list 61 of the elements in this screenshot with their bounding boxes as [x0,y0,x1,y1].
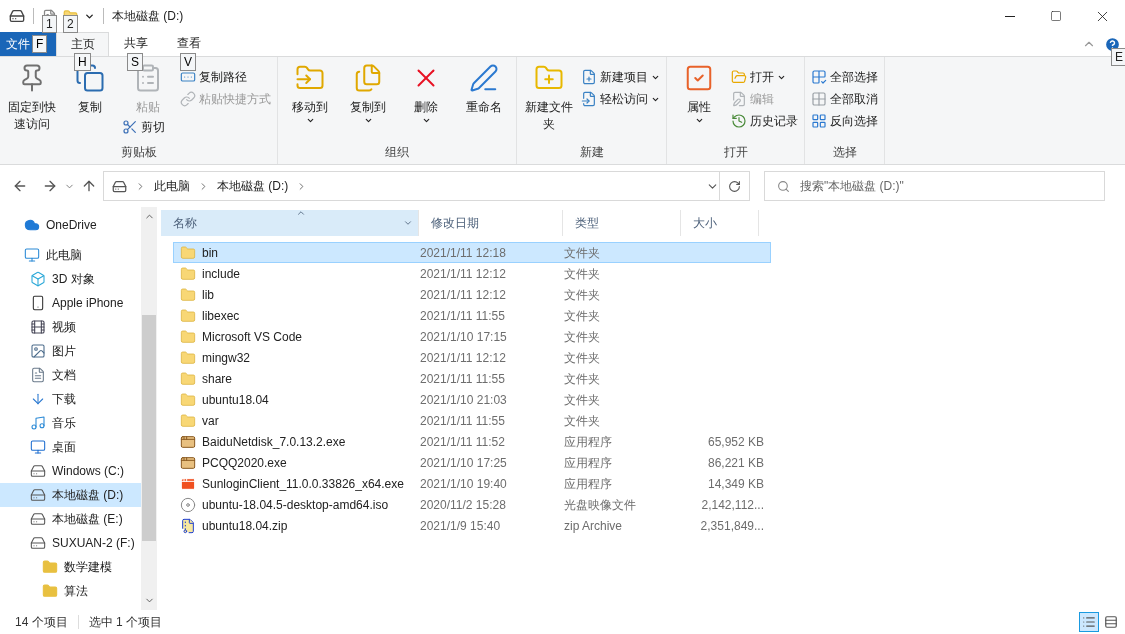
file-name: ubuntu-18.04.5-desktop-amd64.iso [202,496,389,514]
selection-count: 选中 1 个项目 [88,614,163,631]
size-cell-text: 2,351,849... [699,517,764,535]
group-label: 组织 [384,144,410,161]
type-cell-text: 应用程序 [564,475,613,493]
date-cell-text: 2021/1/10 17:25 [420,454,508,472]
date-cell-text: 2021/1/11 11:55 [420,307,506,325]
keytip-tooltip: H [74,53,91,71]
type-cell-text: 文件夹 [564,286,601,304]
file-name: ubuntu18.04 [202,391,269,409]
date-cell-text: 2021/1/9 15:40 [420,517,502,535]
date-cell-text: 2021/1/11 12:12 [420,349,507,367]
size-cell-text: 14,349 KB [706,475,764,493]
date-cell-text: 2021/1/10 19:40 [420,475,508,493]
file-name: bin [202,244,218,262]
size-cell-text: 2,142,112... [700,496,764,514]
type-cell-text: 文件夹 [564,328,601,346]
file-name: include [202,265,241,283]
date-cell-text: 2021/1/10 17:15 [420,328,508,346]
keytip-tooltip: S [127,53,143,71]
type-cell-text: 文件夹 [564,244,601,262]
item-count: 14 个项目 [15,614,68,631]
file-name: var [202,412,219,430]
group-label: 打开 [722,144,749,161]
keytip-tooltip: F [32,35,48,53]
date-cell-text: 2021/1/11 12:18 [420,244,507,262]
type-cell-text: 文件夹 [564,412,601,430]
file-name: ubuntu18.04.zip [202,517,288,535]
size-cell-text: 86,221 KB [706,454,764,472]
type-cell-text: 应用程序 [564,433,613,451]
file-name: Microsoft VS Code [202,328,303,346]
file-name: PCQQ2020.exe [202,454,287,472]
keytip-tooltip: 2 [63,14,78,33]
date-cell-text: 2020/11/2 15:28 [420,496,507,514]
file-name: share [202,370,233,388]
date-cell-text: 2021/1/11 11:52 [420,433,506,451]
date-cell-text: 2021/1/11 11:55 [420,370,506,388]
date-cell-text: 2021/1/10 21:03 [420,391,508,409]
date-cell-text: 2021/1/11 12:12 [420,286,507,304]
group-label: 剪贴板 [119,144,158,161]
type-cell-text: zip Archive [564,517,624,535]
type-cell-text: 文件夹 [564,349,601,367]
file-name: SunloginClient_11.0.0.33826_x64.exe [202,475,404,493]
file-name: lib [202,286,214,304]
group-label: 选择 [831,144,858,161]
file-name: mingw32 [202,349,251,367]
size-cell-text: 65,952 KB [706,433,764,451]
date-cell-text: 2021/1/11 11:55 [420,412,506,430]
type-cell-text: 文件夹 [564,307,601,325]
type-cell-text: 应用程序 [564,454,613,472]
keytip-tooltip: V [180,53,196,71]
date-cell-text: 2021/1/11 12:12 [420,265,507,283]
window-title: 本地磁盘 (D:) [112,8,184,25]
type-cell-text: 文件夹 [564,370,601,388]
type-cell-text: 文件夹 [564,265,601,283]
type-cell-text: 文件夹 [564,391,601,409]
keytip-tooltip: 1 [42,14,57,33]
file-name: libexec [202,307,240,325]
type-cell-text: 光盘映像文件 [564,496,637,514]
file-name: BaiduNetdisk_7.0.13.2.exe [202,433,346,451]
group-label: 新建 [578,144,605,161]
